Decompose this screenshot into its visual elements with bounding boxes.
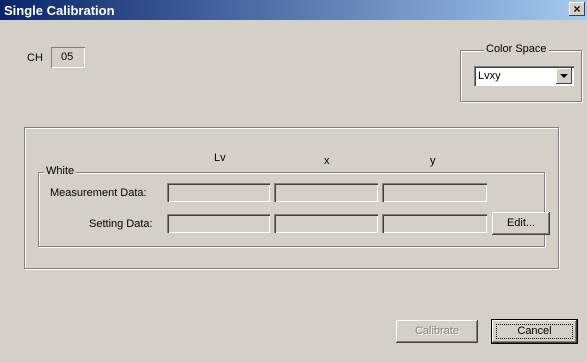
cancel-button[interactable]: Cancel: [491, 319, 578, 344]
edit-button-label: Edit...: [506, 217, 536, 229]
title-bar[interactable]: Single Calibration ×: [0, 0, 587, 20]
calibrate-button[interactable]: Calibrate: [396, 320, 478, 343]
measurement-x-field: [274, 183, 378, 202]
setting-lv-field[interactable]: [167, 214, 270, 233]
cancel-focus-rect: Cancel: [496, 324, 573, 339]
channel-value: 05: [61, 51, 74, 63]
edit-button[interactable]: Edit...: [492, 212, 550, 235]
close-icon: ×: [573, 2, 581, 16]
column-header-x: x: [324, 155, 330, 167]
color-space-label: Color Space: [484, 43, 549, 55]
setting-data-label: Setting Data:: [89, 218, 153, 230]
window-title: Single Calibration: [4, 3, 115, 18]
setting-y-field[interactable]: [382, 214, 487, 233]
column-header-y: y: [430, 155, 436, 167]
channel-label: CH: [27, 52, 43, 64]
color-space-value: Lvxy: [478, 70, 501, 82]
color-space-select[interactable]: Lvxy: [474, 66, 574, 86]
cancel-button-label: Cancel: [517, 325, 552, 337]
calibrate-button-label: Calibrate: [414, 325, 460, 337]
measurement-lv-field: [167, 183, 270, 202]
white-group-label: White: [44, 165, 77, 177]
chevron-down-icon[interactable]: [556, 68, 572, 84]
measurement-y-field: [382, 183, 487, 202]
measurement-data-label: Measurement Data:: [50, 187, 147, 199]
setting-x-field[interactable]: [274, 214, 378, 233]
close-button[interactable]: ×: [569, 2, 585, 16]
column-header-lv: Lv: [214, 152, 226, 164]
channel-field: 05: [51, 47, 85, 68]
